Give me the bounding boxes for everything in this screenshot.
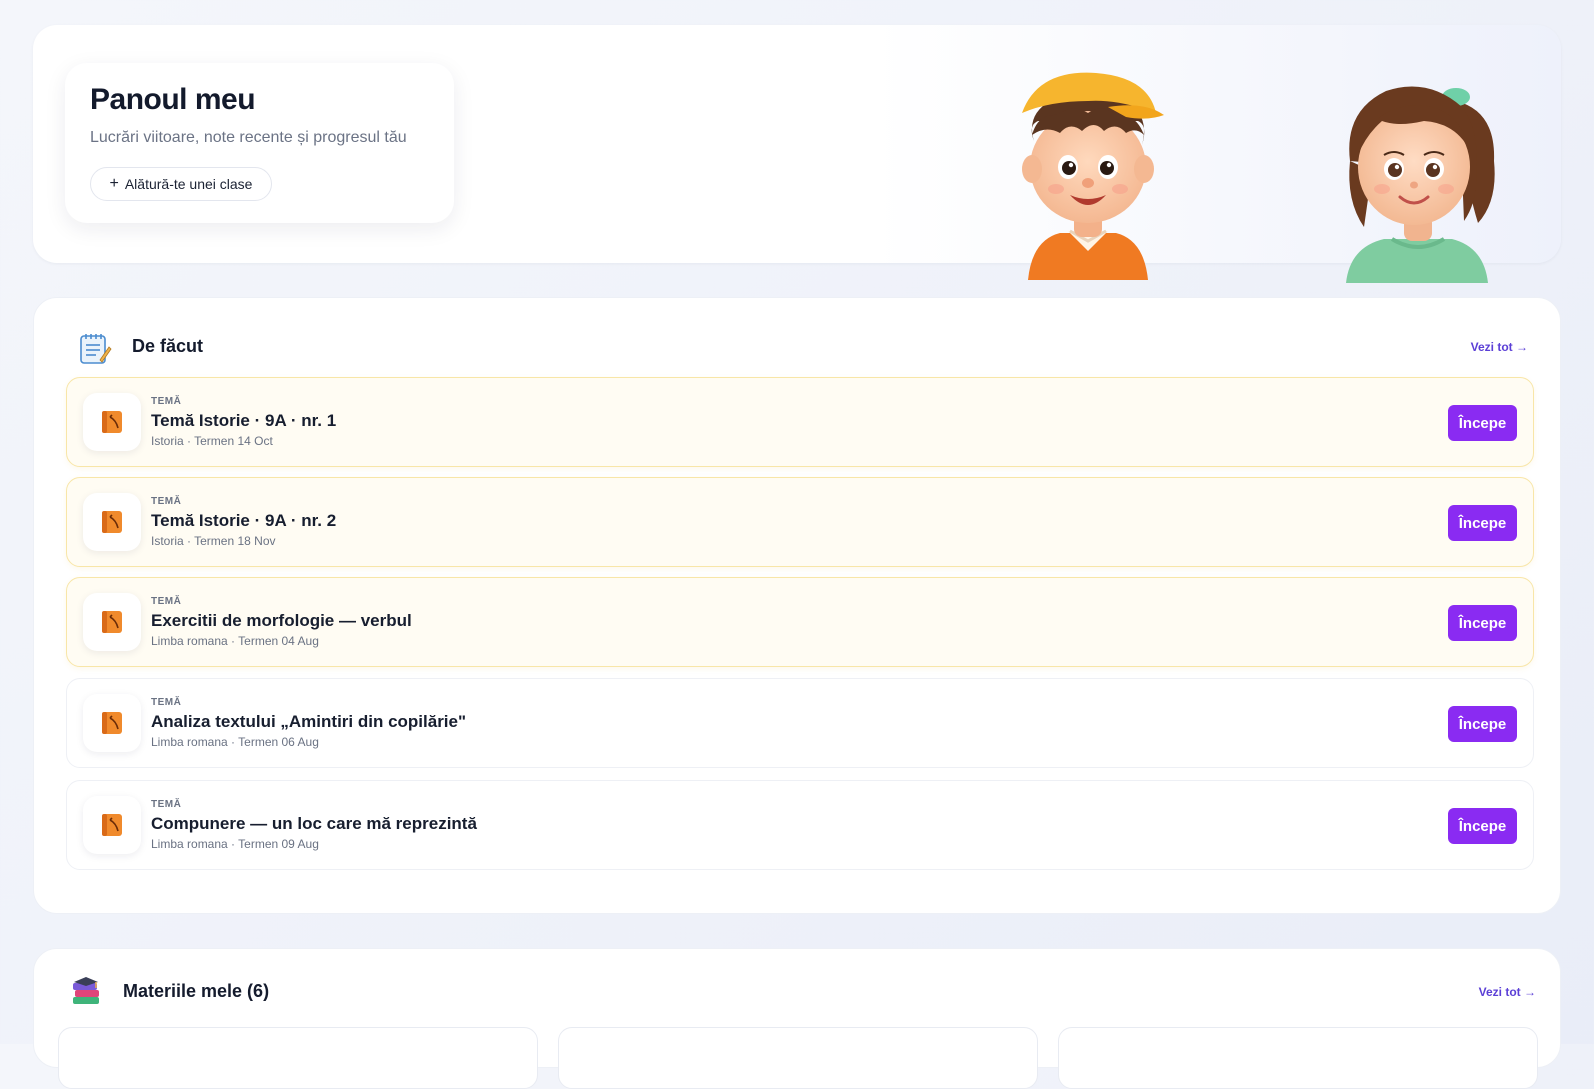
task-row[interactable]: TEMĂ Temă Istorie · 9A · nr. 2 Istoria ·…: [66, 477, 1534, 567]
start-task-button[interactable]: Începe: [1448, 706, 1517, 742]
subject-card[interactable]: [58, 1027, 538, 1089]
todo-panel: De făcut Vezi tot → TEMĂ Temă Istorie · …: [33, 297, 1561, 914]
page-subtitle: Lucrări viitoare, note recente și progre…: [90, 129, 407, 146]
book-icon: [83, 493, 141, 551]
start-task-button[interactable]: Începe: [1448, 808, 1517, 844]
subject-card[interactable]: [1058, 1027, 1538, 1089]
task-title: Compunere — un loc care mă reprezintă: [151, 814, 477, 833]
join-class-button[interactable]: + Alătură-te unei clase: [90, 167, 272, 201]
task-meta: Limba romana · Termen 09 Aug: [151, 837, 319, 851]
join-class-label: Alătură-te unei clase: [124, 176, 253, 192]
task-title: Exercitii de morfologie — verbul: [151, 611, 412, 630]
plus-icon: +: [109, 175, 119, 192]
task-meta: Istoria · Termen 14 Oct: [151, 434, 273, 448]
girl-avatar-illustration: [1346, 86, 1495, 283]
task-title: Temă Istorie · 9A · nr. 1: [151, 411, 337, 430]
task-meta: Limba romana · Termen 04 Aug: [151, 634, 319, 648]
start-task-button[interactable]: Începe: [1448, 405, 1517, 441]
boy-avatar-illustration: [1022, 72, 1164, 280]
task-kind: TEMĂ: [151, 496, 182, 507]
subjects-see-all-link[interactable]: Vezi tot →: [1479, 985, 1536, 999]
task-row[interactable]: TEMĂ Exercitii de morfologie — verbul Li…: [66, 577, 1534, 667]
task-kind: TEMĂ: [151, 596, 182, 607]
start-task-button[interactable]: Începe: [1448, 505, 1517, 541]
task-row[interactable]: TEMĂ Compunere — un loc care mă reprezin…: [66, 780, 1534, 870]
task-kind: TEMĂ: [151, 396, 182, 407]
book-icon: [83, 393, 141, 451]
page-title: Panoul meu: [90, 83, 256, 116]
task-meta: Istoria · Termen 18 Nov: [151, 534, 276, 548]
task-kind: TEMĂ: [151, 799, 182, 810]
hero-card: Panoul meu Lucrări viitoare, note recent…: [65, 63, 454, 223]
subjects-panel: Materiile mele (6) Vezi tot →: [33, 948, 1561, 1089]
book-icon: [83, 694, 141, 752]
books-stack-icon: [73, 977, 99, 1004]
task-title: Temă Istorie · 9A · nr. 2: [151, 511, 337, 530]
todo-see-all-link[interactable]: Vezi tot →: [1471, 340, 1528, 354]
notepad-icon: [80, 334, 112, 364]
task-row[interactable]: TEMĂ Temă Istorie · 9A · nr. 1 Istoria ·…: [66, 377, 1534, 467]
subjects-title: Materiile mele (6): [123, 981, 270, 1001]
start-task-button[interactable]: Începe: [1448, 605, 1517, 641]
subject-card[interactable]: [558, 1027, 1038, 1089]
task-row[interactable]: TEMĂ Analiza textului „Amintiri din copi…: [66, 678, 1534, 768]
todo-title: De făcut: [132, 336, 204, 356]
book-icon: [83, 593, 141, 651]
task-kind: TEMĂ: [151, 697, 182, 708]
book-icon: [83, 796, 141, 854]
dashboard-hero: Panoul meu Lucrări viitoare, note recent…: [33, 25, 1561, 283]
task-meta: Limba romana · Termen 06 Aug: [151, 735, 319, 749]
task-title: Analiza textului „Amintiri din copilărie…: [151, 712, 467, 731]
